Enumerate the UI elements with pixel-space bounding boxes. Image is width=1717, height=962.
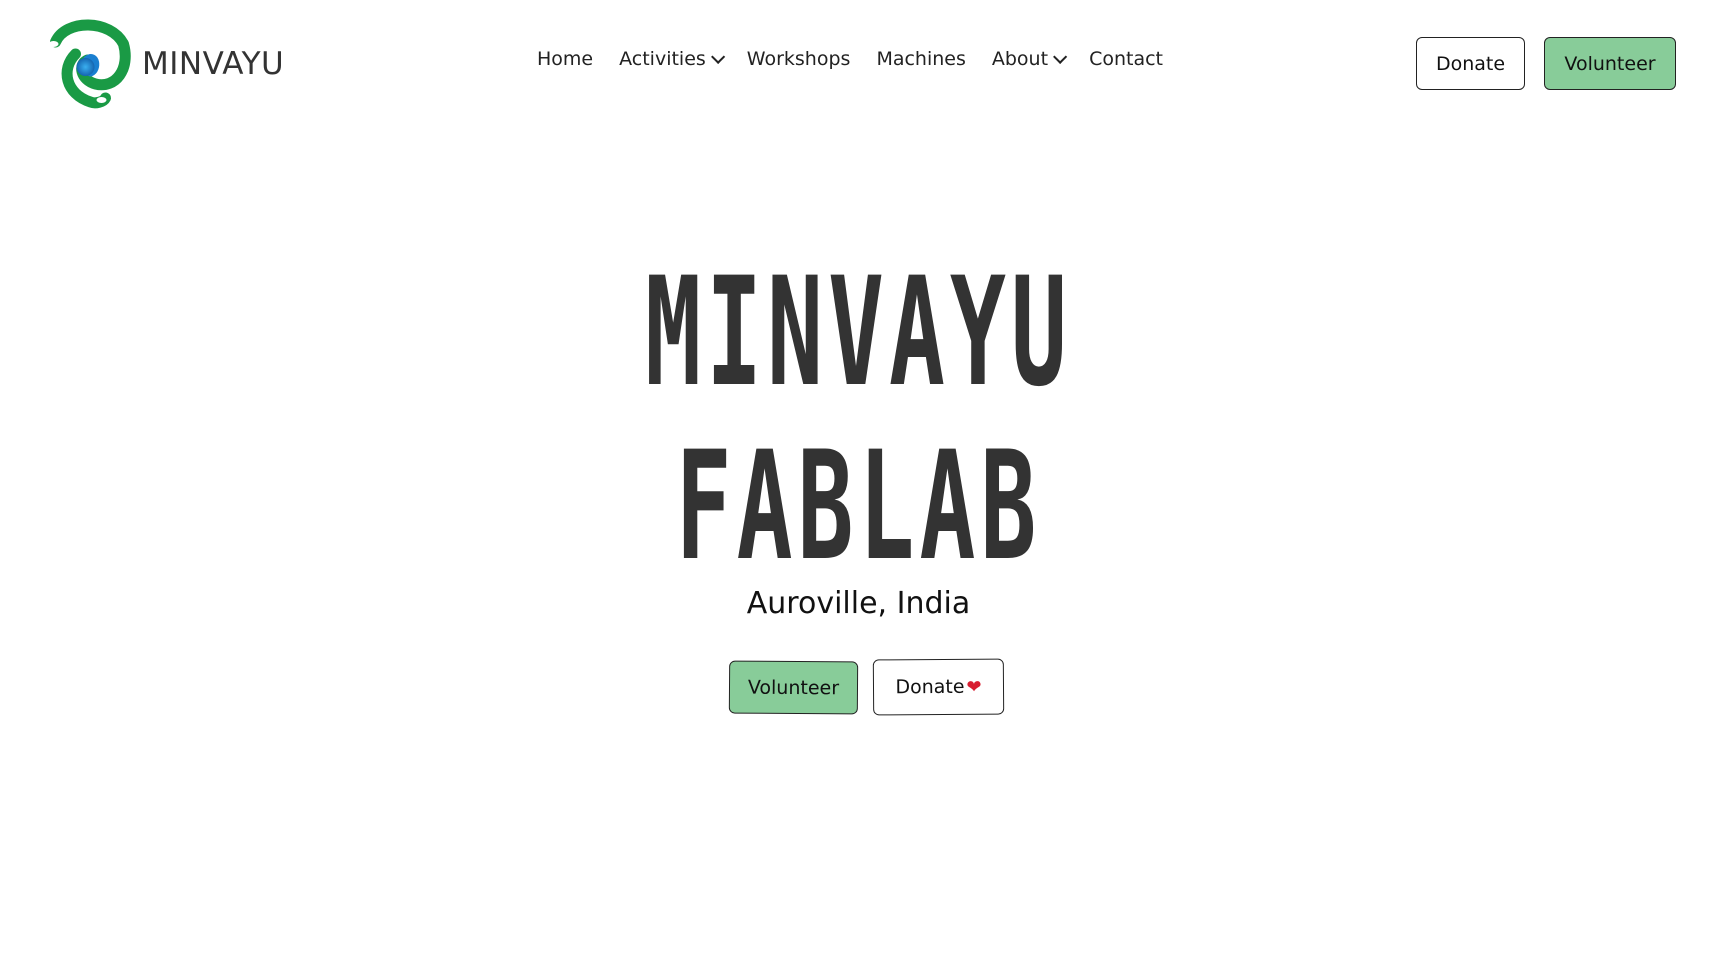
nav-contact-label: Contact: [1089, 48, 1163, 70]
hero-donate-label: Donate: [895, 675, 965, 699]
hero-volunteer-button[interactable]: Volunteer: [728, 660, 859, 715]
hero-subtitle: Auroville, India: [746, 586, 971, 621]
chevron-down-icon: [710, 49, 725, 64]
swirl-logo-icon: [48, 19, 131, 109]
hero-title-line2: FABLAB: [675, 420, 1042, 594]
main-nav: Home Activities Workshops Machines About…: [537, 48, 1163, 70]
chevron-down-icon: [1053, 49, 1068, 64]
nav-machines[interactable]: Machines: [876, 48, 965, 70]
nav-workshops[interactable]: Workshops: [747, 48, 851, 70]
nav-contact[interactable]: Contact: [1089, 48, 1163, 70]
header-donate-button[interactable]: Donate: [1416, 37, 1525, 90]
nav-home[interactable]: Home: [537, 48, 593, 70]
nav-activities-label: Activities: [619, 48, 706, 70]
nav-home-label: Home: [537, 48, 594, 70]
nav-about-label: About: [991, 48, 1049, 70]
nav-machines-label: Machines: [876, 48, 966, 70]
logo-text: MINVAYU: [142, 46, 285, 82]
nav-activities[interactable]: Activities: [619, 48, 725, 70]
nav-workshops-label: Workshops: [746, 48, 851, 70]
logo[interactable]: MINVAYU: [33, 14, 284, 114]
nav-about[interactable]: About: [991, 48, 1068, 70]
hero-donate-button[interactable]: Donate ❤: [872, 658, 1005, 716]
hero-title-line1: MINVAYU: [645, 246, 1072, 420]
heart-icon: ❤: [966, 676, 982, 698]
header-volunteer-button[interactable]: Volunteer: [1544, 37, 1676, 90]
